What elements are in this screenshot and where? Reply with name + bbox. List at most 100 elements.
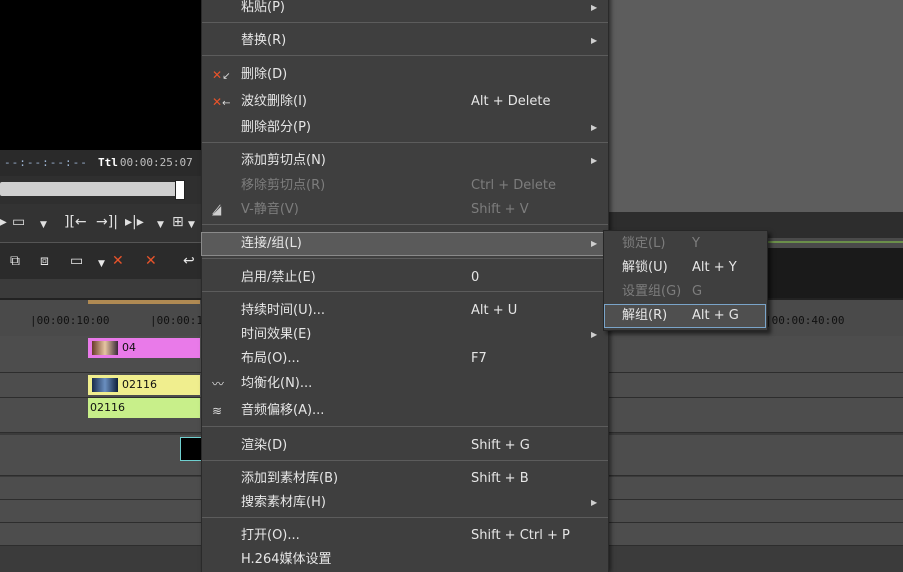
menu-item-paste[interactable]: 粘贴(P) ▶ (202, 0, 608, 19)
menu-item-audio-offset[interactable]: ≋ 音频偏移(A)... (202, 400, 608, 422)
menu-separator (202, 291, 608, 292)
mark-in-icon[interactable]: ][← (64, 214, 87, 230)
menu-item-label: 波纹删除(I) (241, 94, 307, 109)
menu-item-label: 启用/禁止(E) (241, 270, 316, 285)
menu-item-shortcut: Ctrl + Delete (471, 178, 557, 193)
menu-separator (202, 224, 608, 225)
menu-item-v-mute: ◢̸ V-静音(V) Shift + V (202, 199, 608, 221)
menu-item-shortcut: F7 (471, 351, 487, 366)
right-panel-accent (768, 241, 903, 243)
audio-offset-icon: ≋ (212, 404, 223, 418)
chevron-down-icon[interactable]: ▼ (188, 220, 195, 230)
menu-item-shortcut: Shift + Ctrl + P (471, 528, 570, 543)
menu-item-label: 布局(O)... (241, 351, 300, 366)
play-icon[interactable]: ▶ (0, 214, 7, 230)
chevron-down-icon[interactable]: ▼ (98, 259, 105, 269)
mute-icon: ◢̸ (212, 203, 222, 217)
ripple-delete-icon: ✕← (212, 95, 231, 109)
submenu-arrow-icon: ▶ (591, 156, 598, 165)
menu-item-enable-disable[interactable]: 启用/禁止(E) 0 (202, 267, 608, 289)
split-icon[interactable]: ▸|▸ (125, 214, 144, 230)
menu-item-label: 渲染(D) (241, 438, 288, 453)
clip-label: 04 (122, 341, 136, 354)
timecode-marker: Ttl (98, 156, 118, 169)
menu-item-duration[interactable]: 持续时间(U)... Alt + U (202, 300, 608, 322)
menu-separator (202, 426, 608, 427)
trim-icon[interactable]: ⊞ (172, 214, 184, 230)
menu-item-label: 删除部分(P) (241, 120, 311, 135)
menu-item-label: 移除剪切点(R) (241, 178, 326, 193)
menu-separator (202, 22, 608, 23)
menu-item-shortcut: 0 (471, 270, 480, 285)
submenu-item-ungroup[interactable]: 解组(R) Alt + G (604, 304, 766, 328)
playback-controls: ▶ ▭ ▼ ][← →]| ▸|▸ ▼ ⊞ ▼ (0, 204, 201, 242)
menu-separator (202, 517, 608, 518)
copy-icon[interactable]: ⧉ (10, 253, 20, 269)
timeline-clip[interactable]: 02116 (88, 398, 200, 418)
menu-item-open[interactable]: 打开(O)... Shift + Ctrl + P (202, 525, 608, 547)
menu-item-replace[interactable]: 替换(R) ▶ (202, 30, 608, 52)
comment-icon[interactable]: ▭ (12, 214, 25, 230)
menu-item-ripple-delete[interactable]: ✕← 波纹删除(I) Alt + Delete (202, 91, 608, 113)
menu-item-delete[interactable]: ✕↙ 删除(D) (202, 64, 608, 86)
menu-item-add-to-library[interactable]: 添加到素材库(B) Shift + B (202, 468, 608, 490)
menu-item-label: 替换(R) (241, 33, 287, 48)
submenu-item-shortcut: Y (692, 236, 700, 251)
submenu-item-set-group: 设置组(G) G (605, 281, 765, 303)
submenu-arrow-icon: ▶ (591, 36, 598, 45)
submenu-item-unlock[interactable]: 解锁(U) Alt + Y (605, 257, 765, 279)
scrub-bar[interactable] (0, 176, 201, 204)
submenu-item-shortcut: G (692, 284, 703, 299)
clip-thumbnail (92, 341, 118, 355)
undo-icon[interactable]: ↩ (183, 253, 195, 269)
menu-item-normalize[interactable]: 〰 均衡化(N)... (202, 373, 608, 395)
menu-item-label: 打开(O)... (241, 528, 300, 543)
submenu-item-shortcut: Alt + G (692, 308, 739, 323)
preview-monitor (0, 0, 201, 150)
submenu-arrow-icon: ▶ (591, 3, 598, 12)
right-panel-toolbar (767, 248, 903, 298)
menu-item-shortcut: Shift + V (471, 202, 529, 217)
timeline-clip[interactable]: 04 (88, 338, 200, 358)
clip-icon[interactable]: ▭ (70, 253, 83, 269)
submenu-arrow-icon: ▶ (591, 239, 598, 248)
context-menu: 粘贴(P) ▶ 替换(R) ▶ ✕↙ 删除(D) ✕← 波纹删除(I) Alt … (201, 0, 609, 572)
paste-icon[interactable]: ⧈ (40, 253, 49, 269)
menu-item-shortcut: Alt + U (471, 303, 518, 318)
menu-item-layout[interactable]: 布局(O)... F7 (202, 348, 608, 370)
chevron-down-icon[interactable]: ▼ (157, 220, 164, 230)
timecode-value: 00:00:25:07 (119, 156, 193, 169)
menu-item-label: 搜索素材库(H) (241, 495, 326, 510)
mark-out-icon[interactable]: →]| (96, 214, 118, 230)
menu-item-render[interactable]: 渲染(D) Shift + G (202, 435, 608, 457)
menu-item-label: 时间效果(E) (241, 327, 312, 342)
menu-item-link-group[interactable]: 连接/组(L) ▶ (201, 232, 609, 256)
menu-item-h264-settings[interactable]: H.264媒体设置 (202, 549, 608, 571)
menu-item-label: 粘贴(P) (241, 0, 285, 15)
menu-item-label: V-静音(V) (241, 202, 299, 217)
menu-item-label: 添加剪切点(N) (241, 153, 326, 168)
menu-item-label: 音频偏移(A)... (241, 403, 325, 418)
edit-toolbar: ⧉ ⧈ ▭ ▼ ✕ ✕ ↩ (0, 242, 201, 279)
menu-item-remove-cut: 移除剪切点(R) Ctrl + Delete (202, 175, 608, 197)
submenu-item-label: 设置组(G) (622, 284, 682, 299)
timecode-bar: --:--:--:-- Ttl 00:00:25:07 (0, 150, 201, 176)
delete-icon: ✕↙ (212, 68, 231, 82)
clip-label: 02116 (122, 378, 157, 391)
timeline-clip[interactable] (180, 437, 203, 461)
scrub-track[interactable] (0, 182, 183, 196)
ruler-tick: |00:00:10:00 (30, 314, 110, 327)
menu-item-time-effect[interactable]: 时间效果(E) ▶ (202, 324, 608, 346)
timeline-clip[interactable]: 02116 (88, 375, 200, 395)
scrub-handle[interactable] (175, 180, 185, 200)
menu-item-add-cut[interactable]: 添加剪切点(N) ▶ (202, 150, 608, 172)
menu-item-delete-part[interactable]: 删除部分(P) ▶ (202, 117, 608, 139)
ripple-delete-icon[interactable]: ✕ (145, 253, 157, 269)
menu-separator (202, 55, 608, 56)
menu-item-search-library[interactable]: 搜索素材库(H) ▶ (202, 492, 608, 514)
delete-icon[interactable]: ✕ (112, 253, 124, 269)
chevron-down-icon[interactable]: ▼ (40, 220, 47, 230)
menu-item-label: 添加到素材库(B) (241, 471, 339, 486)
submenu-arrow-icon: ▶ (591, 330, 598, 339)
menu-item-label: 连接/组(L) (241, 236, 302, 251)
